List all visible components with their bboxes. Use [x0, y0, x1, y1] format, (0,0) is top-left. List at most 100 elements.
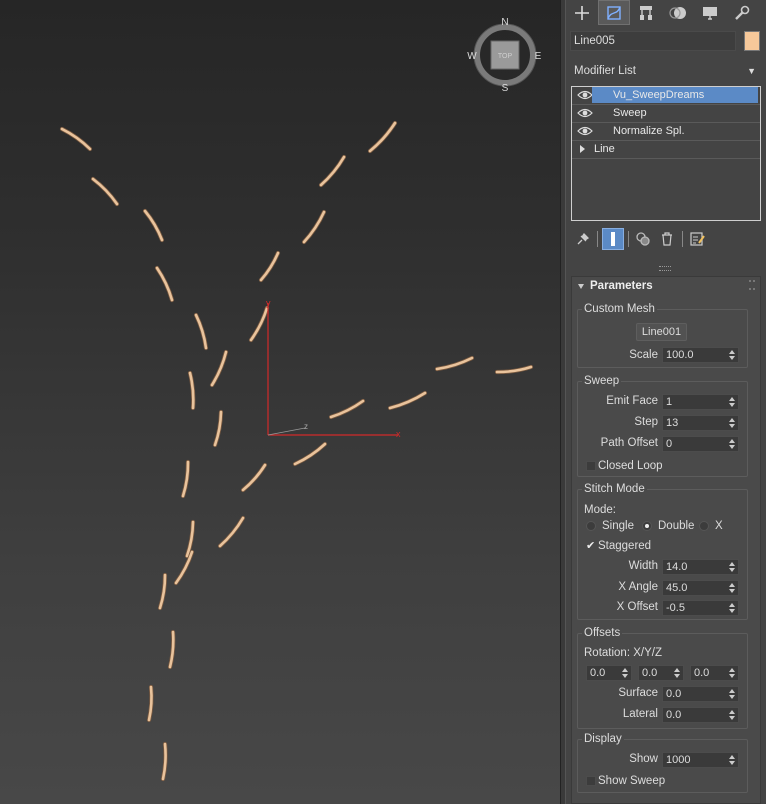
lateral-value: 0.0: [666, 709, 682, 721]
rollout-drag-handle-icon[interactable]: [749, 280, 755, 290]
step-spinner[interactable]: 13: [662, 415, 739, 431]
pin-icon: [577, 232, 590, 245]
eye-icon[interactable]: [577, 88, 593, 102]
single-label: Single: [602, 520, 634, 532]
double-radio[interactable]: [642, 521, 652, 531]
modifier-list-dropdown[interactable]: Modifier List ▼: [570, 61, 762, 81]
tab-utilities[interactable]: [726, 0, 758, 25]
gizmo-y-label: y: [266, 298, 271, 308]
viewcube[interactable]: TOP N S E W: [467, 17, 541, 94]
tab-modify[interactable]: [598, 0, 630, 25]
tab-hierarchy[interactable]: [630, 0, 662, 25]
x-offset-spinner[interactable]: -0.5: [662, 600, 739, 616]
rotation-z-spinner[interactable]: 0.0: [690, 665, 739, 681]
object-color-swatch[interactable]: [744, 31, 760, 51]
perspective-viewport[interactable]: y x z TOP N S E W: [0, 0, 560, 804]
x-angle-spinner[interactable]: 45.0: [662, 580, 739, 596]
utilities-icon: [735, 5, 750, 20]
modifier-list-label: Modifier List: [574, 65, 636, 77]
group-title: Offsets: [582, 626, 623, 640]
staggered-label: Staggered: [598, 540, 652, 552]
collapse-triangle-icon: [578, 284, 584, 289]
display-icon: [703, 6, 717, 20]
rotation-x-value: 0.0: [590, 667, 606, 679]
stitch-segment: [259, 251, 280, 282]
x-label: X: [715, 520, 723, 532]
rotation-y-spinner[interactable]: 0.0: [638, 665, 684, 681]
scale-value: 100.0: [666, 349, 694, 361]
hierarchy-icon: [640, 5, 652, 20]
path-offset-label: Path Offset: [600, 437, 658, 449]
sweep-group: Sweep Emit Face 1 Step 13 Path Offset 0 …: [577, 374, 748, 477]
motion-icon: [669, 6, 686, 19]
group-title: Sweep: [582, 374, 622, 388]
path-offset-spinner[interactable]: 0: [662, 436, 739, 452]
width-spinner[interactable]: 14.0: [662, 559, 739, 575]
emit-face-spinner[interactable]: 1: [662, 394, 739, 410]
lateral-spinner[interactable]: 0.0: [662, 707, 739, 723]
make-unique-icon: [636, 232, 650, 246]
modifier-stack[interactable]: Vu_SweepDreams Sweep Normalize Spl. Line: [571, 86, 761, 221]
rotation-x-spinner[interactable]: 0.0: [586, 665, 632, 681]
x-angle-value: 45.0: [666, 582, 688, 594]
modify-icon: [607, 5, 621, 20]
stitch-geometry: [59, 120, 534, 782]
show-sweep-checkbox[interactable]: [586, 776, 596, 786]
x-offset-value: -0.5: [666, 602, 685, 614]
remove-modifier-button[interactable]: [656, 228, 678, 250]
tab-motion[interactable]: [662, 0, 694, 25]
rollout-title: Parameters: [590, 280, 653, 292]
gizmo-z-label: z: [304, 422, 308, 431]
stack-item-line[interactable]: Line: [572, 141, 760, 159]
single-radio[interactable]: [586, 521, 596, 531]
stitch-mode-group: Stitch Mode Mode: Single Double X ✔ Stag…: [577, 482, 748, 620]
object-name-field[interactable]: [570, 31, 736, 51]
gizmo-z-axis[interactable]: [267, 427, 306, 436]
stack-item-label: Normalize Spl.: [613, 125, 685, 137]
double-label: Double: [658, 520, 695, 532]
show-end-result-button[interactable]: [602, 228, 624, 250]
offsets-group: Offsets Rotation: X/Y/Z 0.0 0.0 0.0 Surf…: [577, 626, 748, 729]
eye-icon[interactable]: [577, 106, 593, 120]
trash-icon: [662, 232, 672, 246]
rotation-y-value: 0.0: [642, 667, 658, 679]
show-spinner[interactable]: 1000: [662, 752, 739, 768]
parameters-rollout: Parameters Custom Mesh Line001 Scale 100…: [571, 276, 761, 804]
closed-loop-checkbox[interactable]: [586, 461, 596, 471]
stack-item-normalize-spl[interactable]: Normalize Spl.: [572, 123, 760, 141]
show-label: Show: [629, 753, 658, 765]
gizmo-x-label: x: [396, 429, 401, 439]
parameters-rollout-header[interactable]: Parameters: [572, 277, 760, 295]
stack-item-sweep[interactable]: Sweep: [572, 105, 760, 123]
rotation-z-value: 0.0: [694, 667, 710, 679]
compass-west: W: [467, 51, 477, 62]
scale-spinner[interactable]: 100.0: [662, 347, 739, 363]
tab-display[interactable]: [694, 0, 726, 25]
display-group: Display Show 1000 Show Sweep: [577, 732, 748, 793]
surface-value: 0.0: [666, 688, 682, 700]
command-panel-tabs: [566, 0, 766, 25]
lateral-label: Lateral: [622, 708, 658, 720]
stack-item-vu-sweepdreams[interactable]: Vu_SweepDreams: [572, 87, 760, 105]
x-angle-label: X Angle: [618, 581, 658, 593]
tab-create[interactable]: [566, 0, 598, 25]
step-value: 13: [666, 417, 679, 429]
eye-icon[interactable]: [577, 124, 593, 138]
pin-stack-button[interactable]: [572, 228, 594, 250]
command-panel: Modifier List ▼ Vu_SweepDreams Sweep Nor…: [566, 0, 766, 804]
configure-modifier-sets-button[interactable]: [686, 228, 708, 250]
configure-sets-icon: [690, 232, 705, 246]
mode-label: Mode:: [584, 504, 616, 516]
scale-label: Scale: [629, 349, 658, 361]
stack-item-label: Line: [594, 143, 615, 155]
stack-toolbar: [572, 228, 762, 250]
custom-mesh-pick-button[interactable]: Line001: [636, 323, 687, 341]
rollout-grip[interactable]: [659, 266, 671, 271]
surface-spinner[interactable]: 0.0: [662, 686, 739, 702]
x-radio[interactable]: [699, 521, 709, 531]
closed-loop-label: Closed Loop: [598, 460, 663, 472]
group-title: Display: [582, 732, 624, 746]
staggered-checkbox[interactable]: ✔: [586, 541, 596, 552]
make-unique-button[interactable]: [632, 228, 654, 250]
show-value: 1000: [666, 754, 691, 766]
